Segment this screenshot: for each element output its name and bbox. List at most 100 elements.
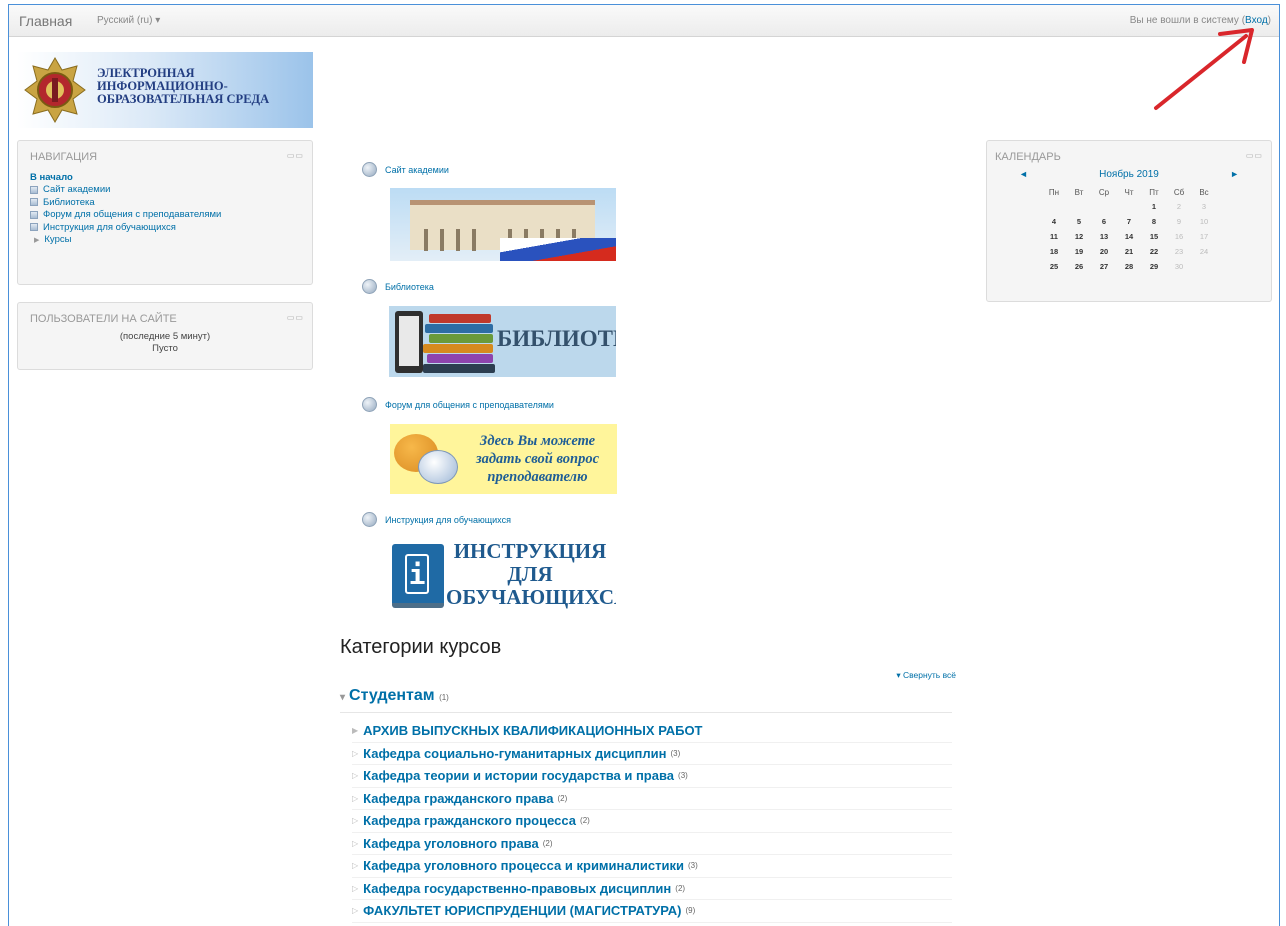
subcategory-item[interactable]: ▷ Кафедра уголовного права (2) — [352, 833, 952, 855]
calendar-day: 28 — [1124, 262, 1134, 271]
nav-item-academy-site[interactable]: Сайт академии — [30, 184, 300, 197]
forum-banner-image[interactable]: Здесь Вы можете задать свой вопрос препо… — [390, 424, 617, 494]
subcategory-item[interactable]: ▷ Кафедра государственно-правовых дисципл… — [352, 878, 952, 900]
link-forum[interactable]: Форум для общения с преподавателями — [362, 397, 554, 412]
language-menu[interactable]: Русский (ru) ▾ — [97, 15, 160, 26]
site-logo[interactable]: Электронная информационно- образовательн… — [17, 52, 313, 128]
subcategory-item[interactable]: ▷ Кафедра теории и истории государства и … — [352, 765, 952, 788]
subcategory-count: (2) — [542, 838, 553, 848]
expand-arrow-icon[interactable]: ▷ — [352, 771, 358, 780]
url-icon — [362, 279, 377, 294]
category-students[interactable]: ▾ Студентам (1) — [340, 687, 952, 713]
expand-arrow-icon[interactable]: ▷ — [352, 884, 358, 893]
subcategory-count: (2) — [675, 883, 686, 893]
speech-bubble-icon — [418, 450, 458, 484]
collapse-all-link[interactable]: ▾ Свернуть всё — [896, 670, 956, 681]
link-academy-site[interactable]: Сайт академии — [362, 162, 449, 177]
calendar-day: 10 — [1199, 217, 1209, 226]
expand-arrow-icon[interactable]: ▷ — [352, 794, 358, 803]
url-icon — [362, 397, 377, 412]
ebook-reader-shape — [395, 311, 423, 373]
logo-line-3: образовательная среда — [97, 92, 270, 106]
calendar-day: 2 — [1176, 202, 1182, 211]
subcategory-item[interactable]: ▷ Кафедра гражданского права (2) — [352, 788, 952, 810]
expand-arrow-icon[interactable]: ▷ — [352, 816, 358, 825]
nav-item-library[interactable]: Библиотека — [30, 196, 300, 209]
calendar-weekdays: Пн Вт Ср Чт Пт Сб Вс — [1042, 185, 1217, 199]
link-instructions[interactable]: Инструкция для обучающихся — [362, 512, 511, 527]
library-banner-text: БИБЛИОТЕКА — [497, 326, 616, 351]
calendar-day: 20 — [1099, 247, 1109, 256]
login-status-close: ) — [1267, 15, 1271, 26]
category-name[interactable]: Студентам — [349, 687, 435, 704]
subcategory-name[interactable]: ФАКУЛЬТЕТ ЮРИСПРУДЕНЦИИ (МАГИСТРАТУРА) — [363, 903, 681, 918]
expand-arrow-icon[interactable]: ▷ — [352, 861, 358, 870]
link-label[interactable]: Инструкция для обучающихся — [385, 515, 511, 525]
collapse-arrow-icon[interactable]: ▾ — [340, 692, 345, 703]
calendar-month[interactable]: Ноябрь 2019 — [995, 169, 1263, 180]
nav-item-instructions[interactable]: Инструкция для обучающихся — [30, 221, 300, 234]
academy-banner-image[interactable] — [390, 188, 616, 261]
subcategory-name[interactable]: АРХИВ ВЫПУСКНЫХ КВАЛИФИКАЦИОННЫХ РАБОТ — [363, 723, 702, 738]
calendar-day — [1092, 199, 1117, 214]
calendar-next-month-icon[interactable]: ► — [1230, 169, 1239, 179]
users-online-period: (последние 5 минут) — [119, 331, 211, 342]
subcategory-count: (3) — [687, 861, 698, 871]
calendar-day: 30 — [1174, 262, 1184, 271]
nav-item-forum[interactable]: Форум для общения с преподавателями — [30, 209, 300, 222]
subcategory-name[interactable]: Кафедра уголовного права — [363, 836, 539, 851]
calendar-day: 7 — [1126, 217, 1132, 226]
link-library[interactable]: Библиотека — [362, 279, 434, 294]
calendar-day — [1192, 259, 1217, 274]
page-icon — [30, 185, 38, 194]
subcategory-item[interactable]: ▶ АРХИВ ВЫПУСКНЫХ КВАЛИФИКАЦИОННЫХ РАБОТ — [352, 720, 952, 743]
home-link[interactable]: Главная — [19, 13, 72, 29]
subcategory-item[interactable]: ▷ Кафедра социально-гуманитарных дисципли… — [352, 743, 952, 765]
subcategory-item[interactable]: ▷ Кафедра гражданского процесса (2) — [352, 810, 952, 833]
expand-arrow-icon[interactable]: ▷ — [352, 839, 358, 848]
expand-arrow-icon[interactable]: ▷ — [352, 906, 358, 915]
subcategory-name[interactable]: Кафедра уголовного процесса и криминалис… — [363, 858, 684, 873]
block-controls-icon[interactable]: ▭▭ — [1246, 151, 1263, 160]
subcategory-item[interactable]: ▷ ФАКУЛЬТЕТ ЮРИСПРУДЕНЦИИ (МАГИСТРАТУРА) (… — [352, 900, 952, 923]
calendar-week: 11 12 13 14 15 16 17 — [1042, 229, 1217, 244]
calendar-day: 29 — [1149, 262, 1159, 271]
subcategory-name[interactable]: Кафедра гражданского права — [363, 791, 553, 806]
block-controls-icon[interactable]: ▭▭ — [287, 151, 304, 160]
instructions-banner-image[interactable]: i ИНСТРУКЦИЯ ДЛЯ ОБУЧАЮЩИХСЯ — [390, 540, 616, 612]
calendar-day: 9 — [1176, 217, 1182, 226]
calendar-day: 8 — [1151, 217, 1157, 226]
calendar-title: Календарь — [995, 151, 1061, 163]
calendar-day: 15 — [1149, 232, 1159, 241]
subcategory-item[interactable]: ▷ Кафедра уголовного процесса и криминали… — [352, 855, 952, 878]
subcategory-count: (9) — [685, 906, 696, 916]
calendar-day — [1067, 199, 1092, 214]
library-banner-image[interactable]: БИБЛИОТЕКА — [389, 306, 616, 377]
expand-arrow-icon[interactable]: ▶ — [352, 726, 358, 735]
calendar-week: 25 26 27 28 29 30 — [1042, 259, 1217, 274]
expand-arrow-icon: ▶ — [34, 236, 40, 244]
calendar-day: 6 — [1101, 217, 1107, 226]
nav-item-courses[interactable]: ▶ Курсы — [30, 234, 300, 247]
subcategory-name[interactable]: Кафедра теории и истории государства и п… — [363, 768, 674, 783]
subcategory-name[interactable]: Кафедра государственно-правовых дисципли… — [363, 881, 671, 896]
expand-arrow-icon[interactable]: ▷ — [352, 749, 358, 758]
subcategory-name[interactable]: Кафедра гражданского процесса — [363, 813, 576, 828]
block-controls-icon[interactable]: ▭▭ — [287, 313, 304, 322]
calendar-day — [1117, 199, 1142, 214]
nav-item-label: В начало — [30, 171, 73, 183]
nav-item-home[interactable]: В начало — [30, 171, 300, 184]
logo-text: Электронная информационно- образовательн… — [97, 67, 269, 106]
nav-item-label: Библиотека — [43, 196, 95, 208]
subcategory-count: (2) — [557, 793, 568, 803]
url-icon — [362, 162, 377, 177]
weekday: Сб — [1173, 187, 1185, 197]
calendar-day: 3 — [1201, 202, 1207, 211]
link-label[interactable]: Библиотека — [385, 282, 434, 292]
subcategory-name[interactable]: Кафедра социально-гуманитарных дисциплин — [363, 746, 666, 761]
link-label[interactable]: Сайт академии — [385, 165, 449, 175]
users-online-content: (последние 5 минут) Пусто — [30, 331, 300, 355]
calendar-day: 26 — [1074, 262, 1084, 271]
link-label[interactable]: Форум для общения с преподавателями — [385, 400, 554, 410]
calendar-day: 5 — [1076, 217, 1082, 226]
